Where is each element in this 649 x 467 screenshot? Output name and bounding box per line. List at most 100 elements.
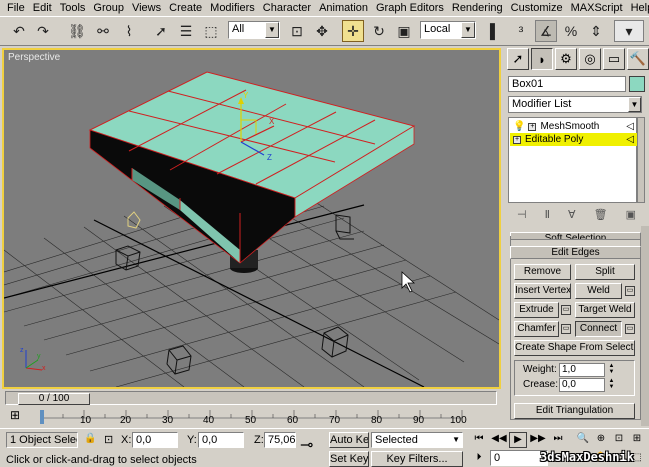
percent-snap-icon[interactable]: % (560, 20, 582, 42)
menu-group[interactable]: Group (89, 2, 128, 14)
configure-sets-icon[interactable]: ▣ (626, 208, 636, 221)
auto-key-button[interactable]: Auto Key (329, 432, 369, 448)
stack-item-editable-poly[interactable]: + Editable Poly ◁ (510, 133, 637, 146)
menu-character[interactable]: Character (259, 2, 315, 14)
rect-region-icon[interactable]: ⬚ (200, 20, 222, 42)
zoom-icon[interactable]: 🔍 (574, 432, 592, 448)
chamfer-button[interactable]: Chamfer (514, 321, 559, 337)
menu-graph-editors[interactable]: Graph Editors (372, 2, 448, 14)
lock-selection-icon[interactable]: 🔒 (84, 433, 96, 444)
angle-snap-icon[interactable]: ∡ (535, 20, 557, 42)
undo-icon[interactable]: ↶ (8, 20, 30, 42)
menu-edit[interactable]: Edit (29, 2, 56, 14)
bind-space-warp-icon[interactable]: ⌇ (118, 20, 140, 42)
edit-edges-header[interactable]: Edit Edges (510, 246, 641, 259)
menu-customize[interactable]: Customize (507, 2, 567, 14)
zoom-all-icon[interactable]: ⊕ (592, 432, 610, 448)
menu-file[interactable]: File (3, 2, 29, 14)
show-end-result-icon[interactable]: Ⅱ (545, 208, 550, 221)
selection-filter-dropdown[interactable]: All ▼ (228, 21, 280, 39)
extrude-settings-icon[interactable]: ▭ (561, 305, 571, 315)
split-button[interactable]: Split (575, 264, 635, 280)
menu-modifiers[interactable]: Modifiers (206, 2, 259, 14)
target-weld-button[interactable]: Target Weld (575, 302, 635, 318)
absolute-mode-icon[interactable]: ⊡ (104, 433, 113, 446)
go-to-start-icon[interactable]: ⏮ (470, 432, 488, 448)
object-name-field[interactable]: Box01 (508, 76, 626, 92)
unlink-icon[interactable]: ⚯ (92, 20, 114, 42)
spinner-snap-icon[interactable]: ⇕ (585, 20, 607, 42)
select-rotate-icon[interactable]: ↻ (368, 20, 390, 42)
modifier-list-dropdown[interactable]: Modifier List ▼ (508, 96, 642, 113)
zoom-extents-all-icon[interactable]: ⊞ (628, 432, 646, 448)
create-tab-icon[interactable]: ➚ (507, 48, 529, 70)
expand-icon[interactable]: + (528, 122, 537, 131)
extrude-button[interactable]: Extrude (514, 302, 559, 318)
edit-triangulation-button[interactable]: Edit Triangulation (514, 403, 635, 419)
menu-help[interactable]: Help (627, 2, 649, 14)
remove-modifier-icon[interactable]: 🗑 (594, 208, 608, 221)
next-frame-icon[interactable]: ▶▶ (529, 432, 547, 448)
crease-spinner-arrows[interactable]: ▲ ▼ (607, 378, 616, 392)
stack-item-meshsmooth[interactable]: 💡 + MeshSmooth ◁ (510, 120, 637, 133)
window-crossing-icon[interactable]: ⊡ (286, 20, 308, 42)
menu-create[interactable]: Create (165, 2, 206, 14)
perspective-viewport[interactable]: Perspective Y X Z z x y (2, 48, 501, 389)
play-icon[interactable]: ▶ (509, 432, 527, 448)
z-coordinate-field[interactable]: 75,063 (264, 432, 296, 448)
remove-button[interactable]: Remove (514, 264, 571, 280)
track-bar[interactable]: ⊞ 10 20 30 40 50 60 70 80 90 100 (0, 406, 501, 428)
time-slider-thumb[interactable]: 0 / 100 (18, 393, 90, 405)
insert-vertex-button[interactable]: Insert Vertex (514, 283, 571, 299)
stack-scrollbar[interactable] (637, 117, 645, 203)
motion-tab-icon[interactable]: ◎ (579, 48, 601, 70)
make-unique-icon[interactable]: ∀ (568, 208, 576, 221)
pin-icon[interactable]: ◁ (626, 121, 634, 132)
select-move-icon[interactable]: ✛ (342, 20, 364, 42)
expand-icon[interactable]: + (513, 135, 521, 144)
weld-settings-icon[interactable]: ▭ (625, 286, 635, 296)
x-coordinate-field[interactable]: 0,0 (132, 432, 178, 448)
previous-frame-icon[interactable]: ◀◀ (490, 432, 508, 448)
display-tab-icon[interactable]: ▭ (603, 48, 625, 70)
set-key-button[interactable]: Set Key (329, 451, 369, 467)
time-slider-track[interactable]: 0 / 100 (5, 391, 497, 405)
select-scale-icon[interactable]: ▣ (393, 20, 415, 42)
create-shape-button[interactable]: Create Shape From Selection (514, 340, 635, 356)
pin-stack-icon[interactable]: ⊣ (517, 208, 527, 221)
weight-spinner-arrows[interactable]: ▲ ▼ (607, 363, 616, 377)
named-selection-icon[interactable]: ▾ (614, 20, 644, 42)
select-object-icon[interactable]: ➚ (150, 20, 172, 42)
menu-tools[interactable]: Tools (56, 2, 90, 14)
connect-settings-icon[interactable]: ▭ (625, 324, 635, 334)
lightbulb-icon[interactable]: 💡 (513, 121, 525, 132)
use-pivot-icon[interactable]: ▐ (479, 20, 501, 42)
crease-spinner[interactable]: 0,0 (559, 378, 605, 392)
go-to-end-icon[interactable]: ⏭ (549, 432, 567, 448)
redo-icon[interactable]: ↷ (32, 20, 54, 42)
link-icon[interactable]: ⛓ (66, 20, 88, 42)
connect-button[interactable]: Connect (575, 321, 622, 337)
command-panel-scrollbar[interactable] (641, 226, 649, 426)
menu-views[interactable]: Views (128, 2, 165, 14)
select-manipulate-icon[interactable]: ✥ (311, 20, 333, 42)
zoom-extents-icon[interactable]: ⊡ (610, 432, 628, 448)
modify-tab-icon[interactable]: ◗ (531, 48, 553, 70)
key-filters-button[interactable]: Key Filters... (371, 451, 463, 467)
chamfer-settings-icon[interactable]: ▭ (561, 324, 571, 334)
weight-spinner[interactable]: 1,0 (559, 363, 605, 377)
select-by-name-icon[interactable]: ☰ (175, 20, 197, 42)
key-icon[interactable]: ⊸ (300, 435, 313, 455)
hierarchy-tab-icon[interactable]: ⚙ (555, 48, 577, 70)
object-color-swatch[interactable] (629, 76, 645, 92)
utilities-tab-icon[interactable]: 🔨 (627, 48, 649, 70)
menu-animation[interactable]: Animation (315, 2, 372, 14)
menu-maxscript[interactable]: MAXScript (567, 2, 627, 14)
reference-coordinate-dropdown[interactable]: Local ▼ (420, 21, 476, 39)
key-mode-dropdown[interactable]: Selected ▼ (371, 432, 463, 448)
pin-icon[interactable]: ◁ (626, 134, 634, 145)
y-coordinate-field[interactable]: 0,0 (198, 432, 244, 448)
key-mode-toggle-icon[interactable]: ⏵ (470, 451, 488, 467)
menu-rendering[interactable]: Rendering (448, 2, 507, 14)
snap-icon[interactable]: ³ (510, 20, 532, 42)
